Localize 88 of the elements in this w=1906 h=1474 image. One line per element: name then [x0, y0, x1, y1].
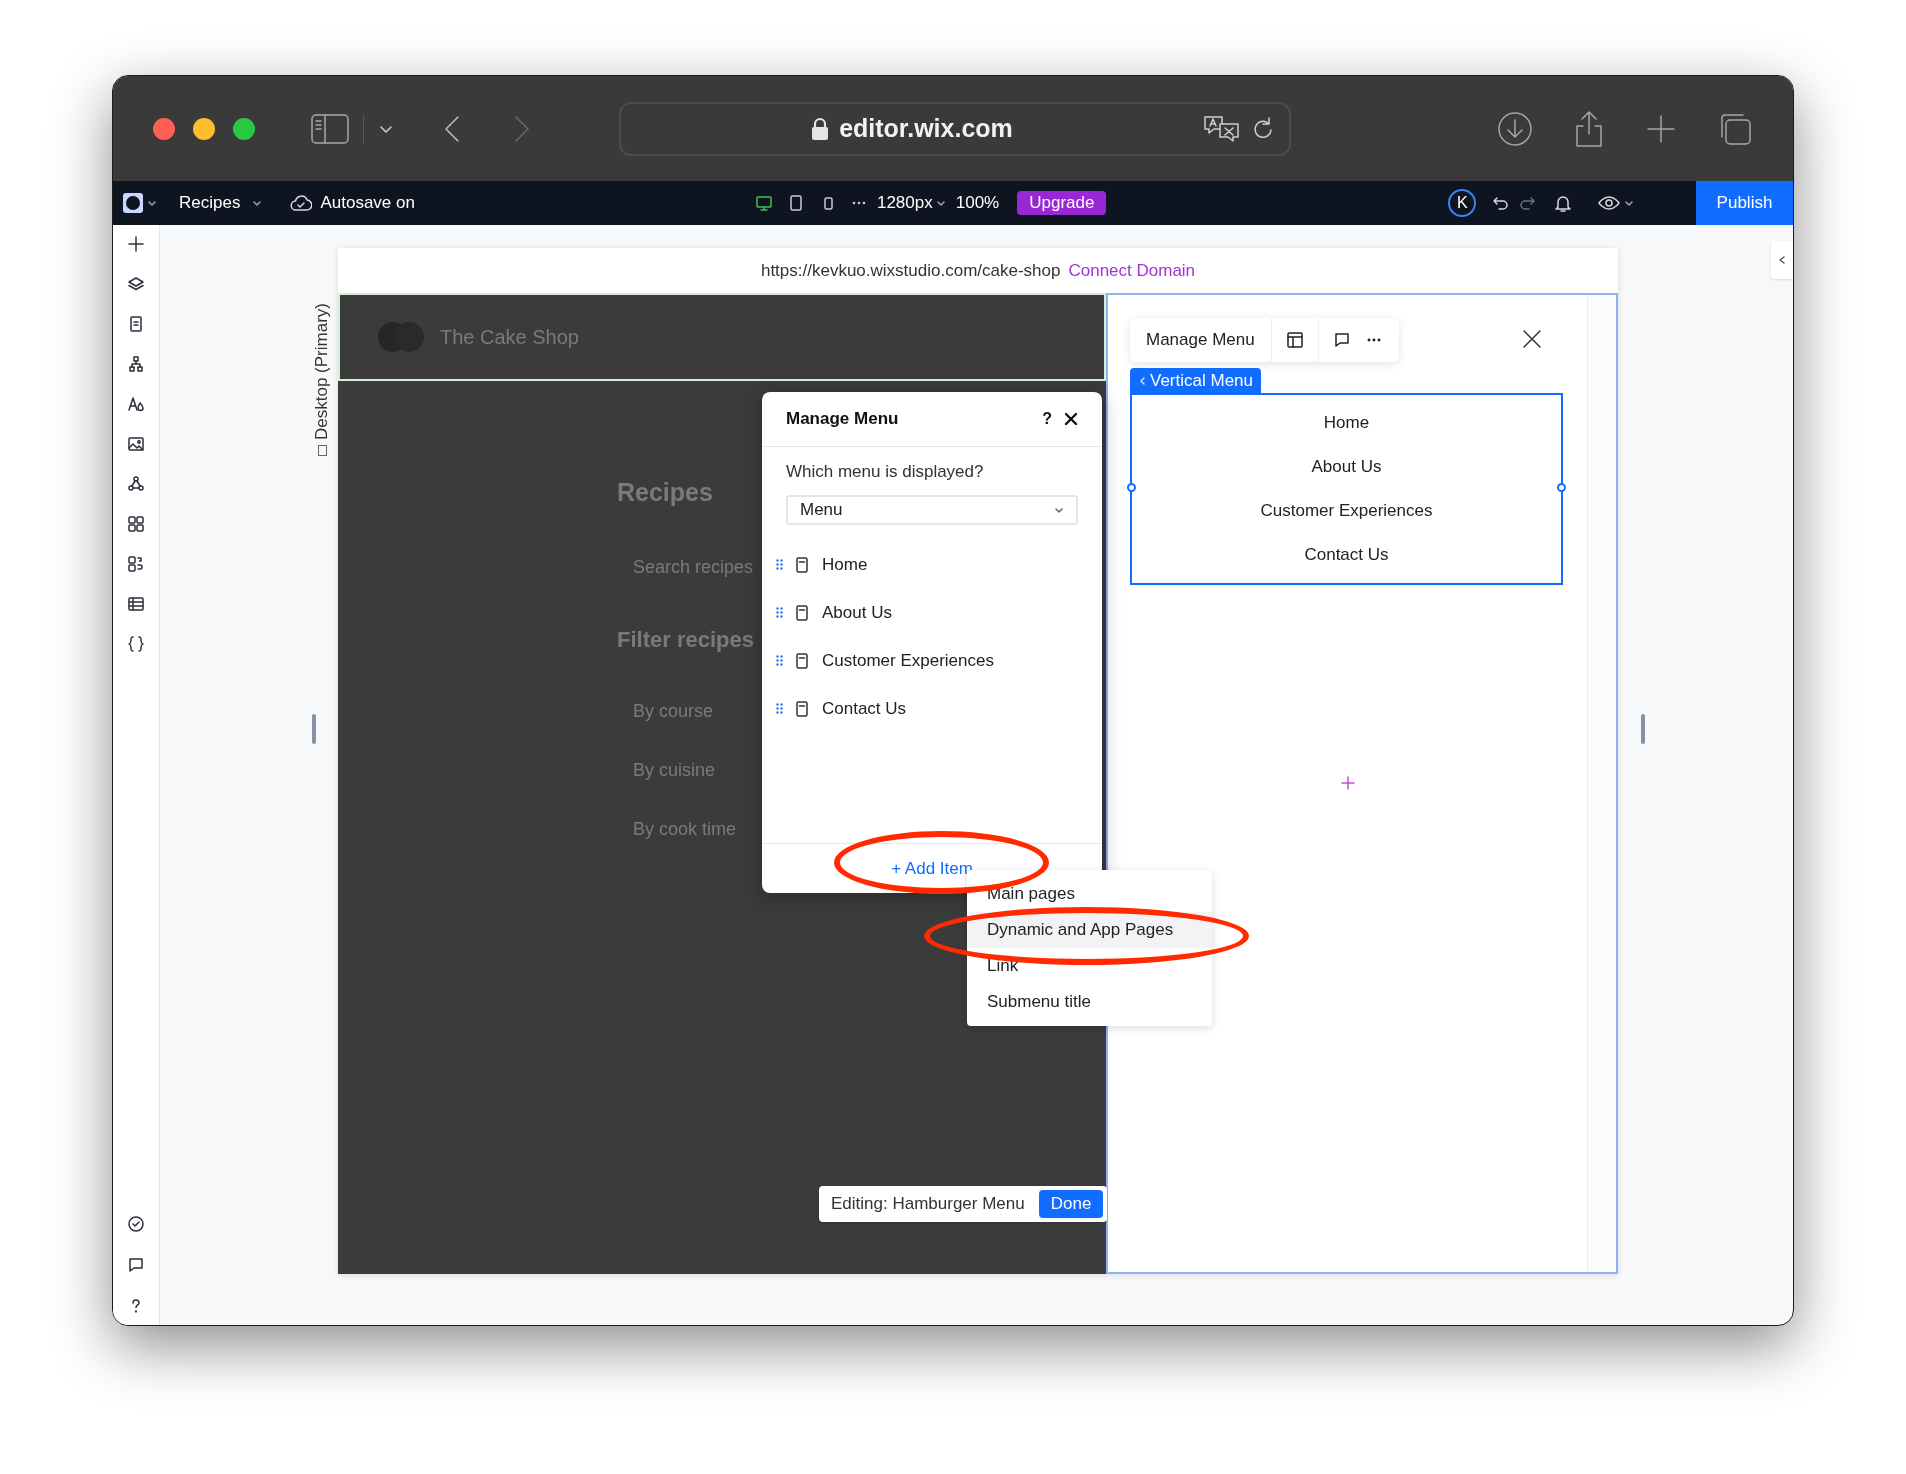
grid-icon[interactable]	[127, 515, 145, 533]
translate-icon[interactable]	[1203, 113, 1241, 144]
site-url: https://kevkuo.wixstudio.com/cake-shop	[760, 259, 1061, 282]
autosave-status: Autosave on	[320, 192, 415, 215]
help-button[interactable]: ?	[1042, 407, 1052, 431]
check-circle-icon[interactable]	[127, 1215, 145, 1233]
lock-icon	[811, 116, 830, 141]
new-tab-icon[interactable]	[1645, 112, 1677, 145]
upgrade-button[interactable]: Upgrade	[1017, 191, 1107, 215]
canvas-width-menu[interactable]: 1280px	[876, 190, 933, 216]
text-style-icon[interactable]	[127, 395, 145, 413]
dialog-title: Manage Menu	[786, 408, 899, 431]
layout-icon[interactable]	[1285, 331, 1304, 349]
site-name-menu[interactable]: Recipes	[179, 190, 241, 216]
selection-tag[interactable]: Vertical Menu	[1130, 368, 1261, 393]
code-icon[interactable]	[127, 635, 145, 653]
share-icon[interactable]	[1573, 109, 1605, 148]
sitemap-icon[interactable]	[127, 355, 145, 373]
caret-icon[interactable]	[252, 198, 263, 208]
filter-heading: Filter recipes	[617, 625, 754, 654]
nodes-icon[interactable]	[127, 475, 145, 493]
close-icon[interactable]	[1064, 412, 1078, 426]
layers-icon[interactable]	[127, 275, 145, 293]
page-icon[interactable]	[127, 315, 145, 333]
preview-eye-icon[interactable]	[1598, 194, 1621, 212]
menu-item[interactable]: Home	[822, 551, 868, 578]
device-frame-icon	[317, 445, 327, 456]
add-icon[interactable]	[127, 235, 145, 253]
add-section-icon[interactable]	[1341, 776, 1355, 790]
drag-handle-icon[interactable]	[776, 655, 783, 666]
zoom-menu[interactable]: 100%	[955, 190, 1000, 216]
resize-handle[interactable]	[1557, 483, 1566, 492]
resize-handle[interactable]	[1127, 483, 1136, 492]
close-icon[interactable]	[1522, 329, 1542, 349]
breakpoint-name: Desktop (Primary)	[311, 303, 333, 440]
menu-item[interactable]: About Us	[1311, 454, 1382, 480]
page-icon	[796, 652, 808, 669]
publish-button[interactable]: Publish	[1696, 181, 1793, 225]
page-icon	[796, 556, 808, 573]
redo-icon[interactable]	[1518, 194, 1537, 212]
page-icon	[796, 700, 808, 717]
menu-item[interactable]: Customer Experiences	[1260, 498, 1433, 524]
menu-item[interactable]: Customer Experiences	[822, 647, 994, 674]
menu-item[interactable]: About Us	[822, 599, 892, 626]
desktop-view-icon[interactable]	[754, 194, 773, 212]
dropdown-option[interactable]: Dynamic and App Pages	[967, 912, 1212, 948]
drag-handle-icon[interactable]	[776, 703, 783, 714]
connect-domain-link[interactable]: Connect Domain	[1068, 257, 1196, 284]
sidebar-toggle-icon[interactable]	[311, 113, 349, 144]
site-title: The Cake Shop	[440, 325, 579, 350]
dropdown-option[interactable]: Submenu title	[967, 984, 1212, 1020]
page-icon	[796, 604, 808, 621]
chevron-left-icon	[1138, 375, 1146, 386]
manage-menu-button[interactable]: Manage Menu	[1130, 318, 1272, 362]
bell-icon[interactable]	[1554, 193, 1573, 213]
resize-handle[interactable]	[312, 714, 316, 744]
back-icon[interactable]	[442, 113, 462, 144]
zoom-window-button[interactable]	[233, 117, 255, 140]
download-icon[interactable]	[1497, 110, 1533, 147]
address-bar[interactable]: editor.wix.com	[619, 101, 1291, 156]
image-icon[interactable]	[127, 435, 145, 453]
vertical-menu[interactable]: Home About Us Customer Experiences Contact Us	[1130, 393, 1563, 585]
page-heading: Recipes	[617, 477, 713, 508]
comment-icon[interactable]	[127, 1256, 145, 1274]
done-button[interactable]: Done	[1038, 1190, 1104, 1218]
drag-handle-icon[interactable]	[776, 607, 783, 618]
menu-question: Which menu is displayed?	[786, 461, 985, 483]
editing-status: Editing: Hamburger Menu	[831, 1193, 1025, 1216]
menu-select[interactable]: Menu	[786, 494, 1078, 525]
address-text: editor.wix.com	[839, 112, 1013, 144]
close-window-button[interactable]	[153, 117, 175, 140]
menu-item[interactable]: Contact Us	[822, 695, 907, 722]
table-icon[interactable]	[127, 595, 145, 613]
chevron-left-icon	[1777, 255, 1787, 265]
comment-icon[interactable]	[1332, 331, 1351, 349]
apps-icon[interactable]	[127, 555, 145, 573]
account-avatar[interactable]: K	[1448, 189, 1477, 217]
caret-icon[interactable]	[1624, 198, 1635, 208]
menu-item[interactable]: Home	[1323, 410, 1370, 436]
caret-icon[interactable]	[935, 198, 946, 208]
undo-icon[interactable]	[1492, 194, 1511, 212]
caret-icon[interactable]	[147, 198, 157, 208]
cloud-check-icon	[290, 194, 313, 212]
wix-logo-icon[interactable]	[123, 193, 143, 213]
minimize-window-button[interactable]	[193, 117, 215, 140]
menu-item[interactable]: Contact Us	[1304, 542, 1389, 568]
resize-handle[interactable]	[1641, 714, 1645, 744]
drag-handle-icon[interactable]	[776, 559, 783, 570]
